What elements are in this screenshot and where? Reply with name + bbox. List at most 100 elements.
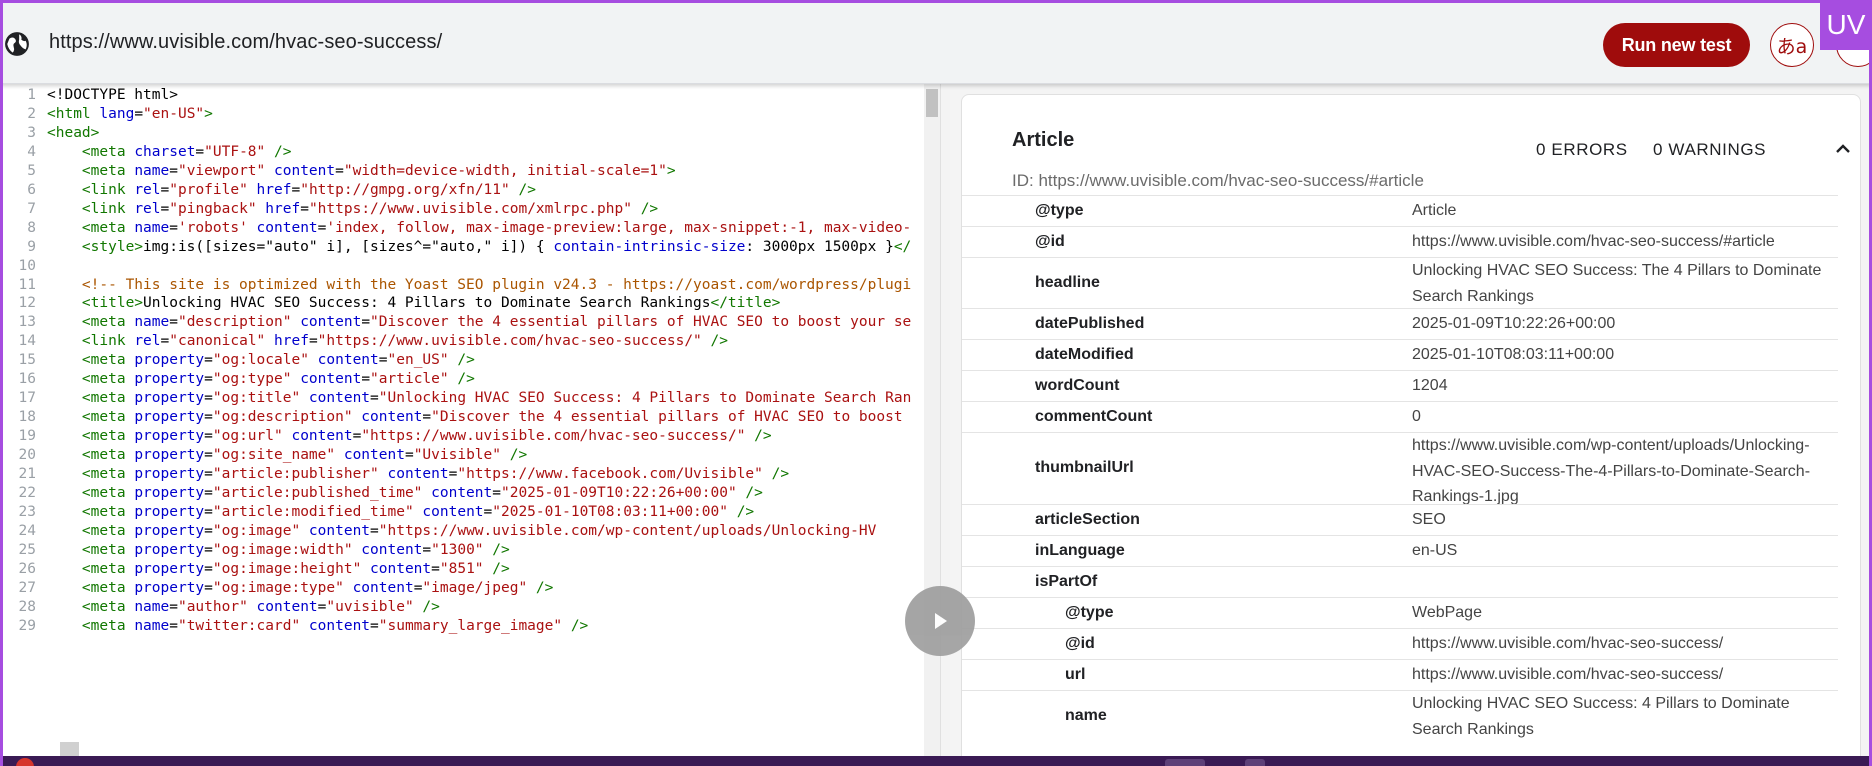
code-token: = <box>300 200 309 217</box>
code-token: = <box>169 314 178 331</box>
line-number: 9 <box>27 238 36 255</box>
code-token: </ <box>893 238 912 255</box>
chevron-up-icon[interactable] <box>1833 139 1853 159</box>
code-token: "851" <box>439 560 484 577</box>
line-number: 8 <box>27 219 36 236</box>
code-token: = <box>169 162 178 179</box>
article-card: Article 0 ERRORS 0 WARNINGS ID: https://… <box>961 94 1861 756</box>
code-token: "width=device-width, initial-scale=1" <box>343 162 667 179</box>
property-row: articleSection SEO <box>962 504 1838 535</box>
line-number: 15 <box>18 352 36 369</box>
code-token: content <box>247 219 318 236</box>
source-code-view[interactable]: 1 <!DOCTYPE html> 2 <html lang="en-US"> 3 <he… <box>3 84 940 756</box>
code-token: "og:locale" <box>212 352 309 369</box>
code-token: "article:publisher" <box>212 466 379 482</box>
code-token: property <box>134 409 205 426</box>
code-line: 13 <meta name="description" content="Dis… <box>3 313 940 332</box>
line-number: 12 <box>18 295 36 312</box>
code-token: charset <box>134 143 196 160</box>
taskbar-item[interactable] <box>1245 759 1265 766</box>
property-value: 2025-01-10T08:03:11+00:00 <box>1412 346 1615 363</box>
property-key: wordCount <box>1035 376 1120 394</box>
code-token: "twitter:card" <box>177 617 301 634</box>
property-value: Unlocking HVAC SEO Success: The 4 Pillar… <box>1412 262 1822 305</box>
code-token: property <box>134 428 205 445</box>
code-token: content <box>300 390 371 407</box>
property-value: SEO <box>1412 511 1446 528</box>
run-new-test-button[interactable]: Run new test <box>1603 23 1750 67</box>
line-number: 13 <box>18 314 36 331</box>
code-token: content <box>361 560 432 577</box>
code-line: 7 <link rel="pingback" href="https://www… <box>3 200 940 219</box>
code-token: rel <box>134 181 161 198</box>
card-id: ID: https://www.uvisible.com/hvac-seo-su… <box>1012 171 1424 190</box>
code-token: "author" <box>177 598 248 615</box>
code-token: = <box>204 541 213 558</box>
property-value: en-US <box>1412 542 1458 559</box>
code-token: property <box>134 352 205 369</box>
code-token: "og:title" <box>212 390 301 407</box>
code-token: <meta <box>81 352 135 369</box>
code-token: property <box>134 484 205 501</box>
property-key: url <box>1065 665 1086 683</box>
code-token: "og:image" <box>212 522 301 539</box>
code-token: property <box>134 466 205 482</box>
code-line: 14 <link rel="canonical" href="https://w… <box>3 332 940 351</box>
code-token: "article:modified_time" <box>212 503 414 520</box>
property-row: isPartOf <box>962 566 1838 597</box>
code-token: "article:published_time" <box>212 484 423 501</box>
code-token: content <box>352 409 423 426</box>
property-value: WebPage <box>1412 604 1482 621</box>
code-token: 'robots' <box>177 219 248 236</box>
language-button[interactable]: あa <box>1770 23 1814 67</box>
code-token: "og:image:width" <box>212 541 353 558</box>
property-key: @id <box>1065 634 1095 652</box>
code-token: = <box>204 579 213 596</box>
code-token: lang <box>99 105 135 122</box>
code-token: property <box>134 579 205 596</box>
code-token: = <box>204 352 213 369</box>
code-token: "pingback" <box>169 200 257 217</box>
code-token: <meta <box>81 541 135 558</box>
code-token: content <box>413 503 484 520</box>
line-number: 16 <box>18 371 36 388</box>
taskbar-item[interactable] <box>1165 759 1205 766</box>
code-token: property <box>134 390 205 407</box>
taskbar-app-icon[interactable] <box>16 758 34 766</box>
code-token: = <box>160 200 170 217</box>
code-token: = <box>195 143 205 160</box>
property-key: datePublished <box>1035 314 1145 332</box>
code-token: "description" <box>177 314 292 331</box>
code-token: /> <box>631 200 659 217</box>
property-key: commentCount <box>1035 407 1153 425</box>
code-token: "Discover the 4 essential pillars of HVA… <box>370 314 912 331</box>
code-token: = <box>204 560 213 577</box>
tested-url[interactable]: https://www.uvisible.com/hvac-seo-succes… <box>49 31 442 54</box>
code-token: content <box>291 371 362 388</box>
code-line: 9 <style>img:is([sizes="auto" i], [sizes… <box>3 238 940 257</box>
property-key: @id <box>1035 232 1065 250</box>
errors-count: 0 ERRORS <box>1536 140 1628 159</box>
line-number: 28 <box>18 598 36 615</box>
code-token: "summary_large_image" <box>378 617 563 634</box>
code-token: <meta <box>81 447 135 464</box>
code-token: content <box>247 598 318 615</box>
code-scrollbar-thumb[interactable] <box>926 89 938 117</box>
play-button[interactable] <box>905 586 975 656</box>
line-number: 10 <box>18 257 36 274</box>
code-token: <meta <box>81 428 135 445</box>
code-token: /> <box>701 333 728 350</box>
code-token: <!-- This site is optimized with the Yoa… <box>81 276 912 293</box>
property-value: Article <box>1412 202 1457 219</box>
code-token: = <box>160 181 170 198</box>
code-token: <meta <box>81 371 135 388</box>
property-value: https://www.uvisible.com/hvac-seo-succes… <box>1412 233 1775 250</box>
card-title: Article <box>1012 129 1075 151</box>
play-icon <box>935 613 947 629</box>
